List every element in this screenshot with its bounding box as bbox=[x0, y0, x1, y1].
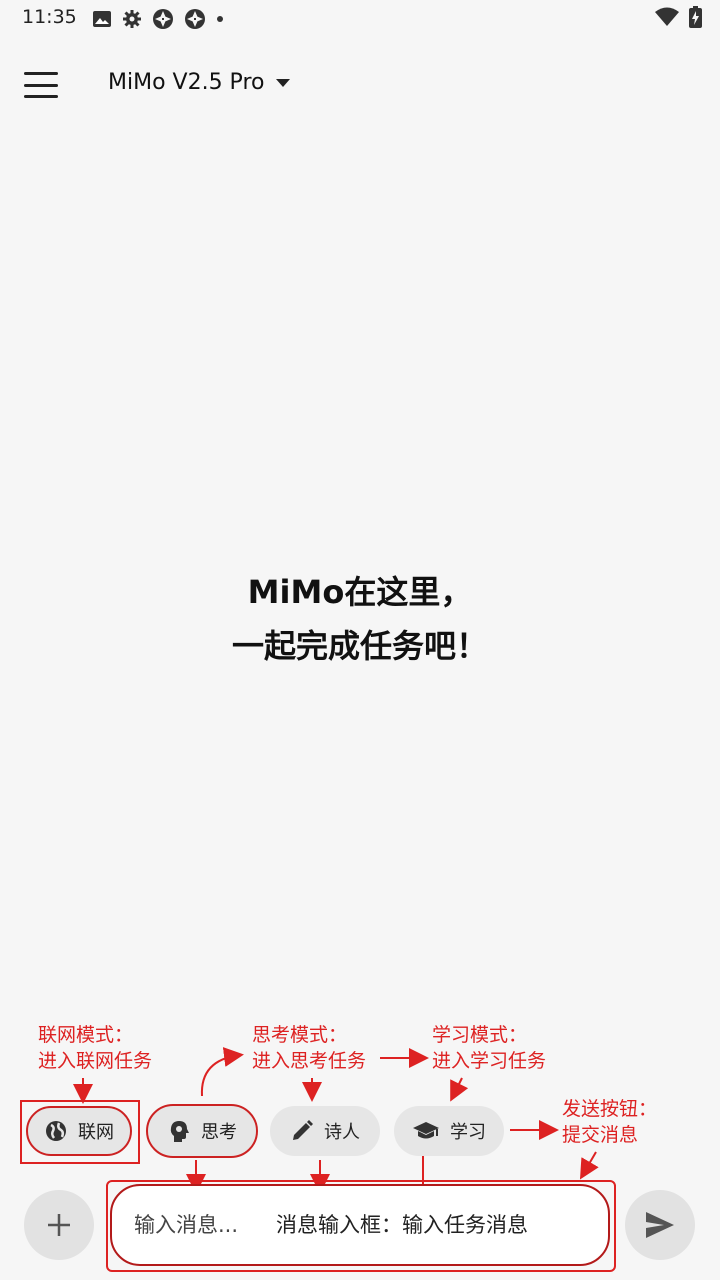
send-button[interactable] bbox=[625, 1190, 695, 1260]
annotation-send-desc: 提交消息 bbox=[562, 1124, 639, 1146]
annotation-think-mode: 思考模式： 进入思考任务 bbox=[252, 1022, 366, 1074]
brain-icon bbox=[170, 1121, 189, 1142]
annotation-think-desc: 进入思考任务 bbox=[252, 1050, 367, 1072]
welcome-line-2: 一起完成任务吧！ bbox=[231, 627, 488, 665]
aperture-icon bbox=[185, 9, 205, 29]
chip-label: 诗人 bbox=[324, 1122, 360, 1143]
annotation-web-mode: 联网模式： 进入联网任务 bbox=[38, 1022, 152, 1074]
annotation-send-title: 发送按钮： bbox=[562, 1098, 658, 1120]
wifi-icon bbox=[655, 7, 679, 26]
status-icons-left bbox=[92, 8, 224, 30]
annotation-web-title: 联网模式： bbox=[38, 1024, 134, 1046]
annotation-input: 消息输入框：输入任务消息 bbox=[276, 1213, 528, 1237]
send-icon bbox=[646, 1212, 674, 1238]
menu-icon-bar bbox=[24, 83, 58, 87]
annotation-think-title: 思考模式： bbox=[252, 1024, 348, 1046]
message-input[interactable] bbox=[132, 1212, 276, 1238]
plus-icon bbox=[48, 1214, 70, 1236]
annotation-study-mode: 学习模式： 进入学习任务 bbox=[432, 1022, 546, 1074]
battery-icon bbox=[689, 6, 702, 28]
chip-label: 联网 bbox=[78, 1122, 114, 1143]
image-icon bbox=[93, 11, 111, 27]
settings-icon bbox=[123, 10, 141, 28]
welcome-message: MiMo在这里， 一起完成任务吧！ bbox=[0, 565, 720, 673]
status-time: 11:35 bbox=[22, 6, 77, 28]
chip-web-search[interactable]: 联网 bbox=[26, 1106, 132, 1156]
chevron-down-icon bbox=[276, 78, 291, 87]
graduation-cap-icon bbox=[413, 1122, 439, 1139]
menu-icon-bar bbox=[24, 95, 58, 98]
chip-label: 思考 bbox=[201, 1122, 237, 1143]
chip-poet[interactable]: 诗人 bbox=[270, 1106, 380, 1156]
menu-button[interactable] bbox=[24, 70, 58, 100]
message-input-container[interactable]: 消息输入框：输入任务消息 bbox=[110, 1184, 610, 1266]
welcome-line-1: MiMo在这里， bbox=[247, 573, 473, 611]
chip-thinking[interactable]: 思考 bbox=[146, 1104, 258, 1158]
dot-icon bbox=[217, 16, 223, 22]
annotation-web-desc: 进入联网任务 bbox=[38, 1050, 153, 1072]
annotation-study-desc: 进入学习任务 bbox=[432, 1050, 547, 1072]
chip-study[interactable]: 学习 bbox=[394, 1106, 504, 1156]
add-button[interactable] bbox=[24, 1190, 94, 1260]
menu-icon-bar bbox=[24, 72, 58, 75]
globe-icon bbox=[46, 1121, 66, 1141]
status-icons-right bbox=[655, 6, 702, 28]
pencil-icon bbox=[293, 1120, 313, 1140]
aperture-icon bbox=[153, 9, 173, 29]
annotation-send: 发送按钮： 提交消息 bbox=[562, 1096, 657, 1148]
model-selector[interactable]: MiMo V2.5 Pro bbox=[108, 70, 291, 95]
model-name: MiMo V2.5 Pro bbox=[108, 70, 265, 95]
annotation-study-title: 学习模式： bbox=[432, 1024, 528, 1046]
chip-label: 学习 bbox=[450, 1122, 486, 1143]
